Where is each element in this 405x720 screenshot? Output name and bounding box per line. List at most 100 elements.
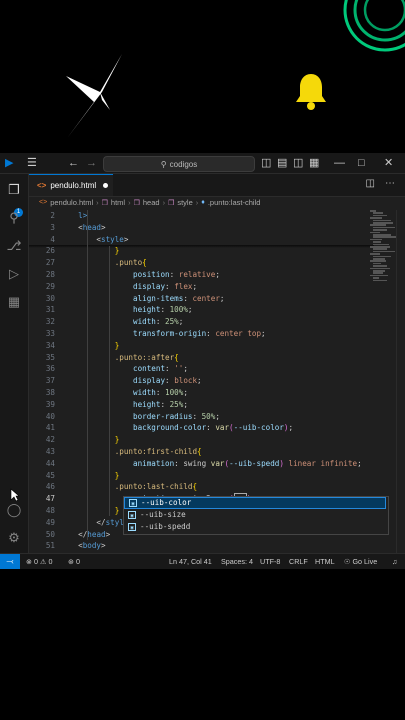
editor-scrollbar[interactable] <box>396 210 405 553</box>
code-token: > <box>105 529 111 539</box>
suggestion-item[interactable]: ▣ --uib-size <box>124 509 386 521</box>
code-token: var <box>215 423 230 433</box>
title-bar: ▶ ☰ ← → ⚲ codigos ◫ ▤ ◫ ▦ — □ ✕ <box>0 153 405 174</box>
breadcrumb-html[interactable]: html <box>111 198 125 207</box>
breadcrumb-head[interactable]: head <box>143 198 160 207</box>
ports-indicator[interactable]: ⊛ 0 <box>68 554 80 569</box>
suggestion-item[interactable]: ▣ --uib-color <box>124 497 386 509</box>
code-line[interactable]: 4 <style> <box>29 234 374 246</box>
code-line[interactable]: 33 transform-origin: center top; <box>29 328 374 340</box>
command-center-search[interactable]: ⚲ codigos <box>103 156 255 172</box>
code-line[interactable]: 31 height: 100%; <box>29 304 374 316</box>
toggle-panel-icon[interactable]: ▤ <box>277 156 287 170</box>
code-token: { <box>192 482 198 492</box>
code-line[interactable]: 40 border-radius: 50%; <box>29 411 374 423</box>
line-number: 46 <box>45 482 55 492</box>
code-line[interactable]: 3 <head> <box>29 222 374 234</box>
forward-arrow-icon[interactable]: → <box>86 156 97 170</box>
code-line[interactable]: 35 .punto::after{ <box>29 352 374 364</box>
search-icon[interactable]: ⚲ <box>6 210 22 226</box>
code-token: : <box>192 411 202 421</box>
line-number: 42 <box>45 435 55 445</box>
minimap-line <box>370 238 382 241</box>
code-line[interactable]: 27 .punto{ <box>29 257 374 269</box>
ports-icon: ⊛ <box>68 557 75 566</box>
go-live-label: Go Live <box>352 557 378 566</box>
layout-icon[interactable]: ▦ <box>309 156 319 170</box>
line-number: 49 <box>45 517 55 527</box>
back-arrow-icon[interactable]: ← <box>68 156 79 170</box>
code-line[interactable]: 2 l> <box>29 210 374 222</box>
code-line[interactable]: 32 width: 25%; <box>29 316 374 328</box>
code-line[interactable]: 39 height: 25%; <box>29 399 374 411</box>
line-number: 2 <box>50 211 55 220</box>
tab-pendulo-html[interactable]: <> pendulo.html <box>29 174 113 196</box>
code-token: : <box>165 281 175 291</box>
go-live-button[interactable]: ☉ Go Live <box>344 554 377 569</box>
toggle-secondary-sidebar-icon[interactable]: ◫ <box>293 156 303 170</box>
problems-indicator[interactable]: ⊗ 0 ⚠ 0 <box>26 554 52 569</box>
line-ending[interactable]: CRLF <box>289 554 308 569</box>
minimap-line <box>373 272 383 274</box>
extensions-icon[interactable]: ▦ <box>6 294 22 310</box>
code-line[interactable]: 42 } <box>29 434 374 446</box>
code-token: } <box>69 506 120 515</box>
code-line[interactable]: 34 } <box>29 340 374 352</box>
line-number: 45 <box>45 470 55 480</box>
variable-icon: ▣ <box>128 510 136 519</box>
breadcrumb-selector[interactable]: .punto:last-child <box>208 198 261 207</box>
code-line[interactable]: 45 } <box>29 470 374 482</box>
settings-gear-icon[interactable]: ⚙ <box>6 530 22 546</box>
code-line[interactable]: 30 align-items: center; <box>29 293 374 305</box>
code-line[interactable]: 43 .punto:first-child{ <box>29 446 374 458</box>
code-line[interactable]: 28 position: relative; <box>29 269 374 281</box>
code-line[interactable]: 51 <body> <box>29 540 374 552</box>
breadcrumb-separator: › <box>128 198 131 207</box>
tab-label: pendulo.html <box>50 181 97 190</box>
code-line[interactable]: 29 display: flex; <box>29 281 374 293</box>
run-debug-icon[interactable]: ▷ <box>6 266 22 282</box>
code-token: border-radius <box>133 411 193 421</box>
notifications-bell-icon[interactable]: ♫ <box>392 554 397 569</box>
cursor-position[interactable]: Ln 47, Col 41 <box>169 554 212 569</box>
suggestion-item[interactable]: ▣ --uib-spedd <box>124 521 386 533</box>
indentation[interactable]: Spaces: 4 <box>221 554 253 569</box>
code-line[interactable]: 41 background-color: var(--uib-color); <box>29 422 374 434</box>
minimap-line <box>373 279 387 282</box>
code-token: } <box>69 246 120 256</box>
code-token: head <box>82 222 102 232</box>
remote-indicator-icon[interactable]: ⤙ <box>0 554 20 569</box>
account-icon[interactable]: ◯ <box>6 502 22 518</box>
maximize-icon[interactable]: □ <box>358 156 365 170</box>
unsaved-dot-icon[interactable] <box>103 183 109 188</box>
split-editor-icon[interactable]: ◫ <box>366 178 375 189</box>
menu-icon[interactable]: ☰ <box>27 156 37 170</box>
explorer-icon[interactable]: ❐ <box>6 182 22 198</box>
code-line[interactable]: 36 content: ''; <box>29 363 374 375</box>
code-line[interactable]: 46 .punto:last-child{ <box>29 481 374 493</box>
code-token: style <box>101 234 124 244</box>
toggle-sidebar-icon[interactable]: ◫ <box>261 156 271 170</box>
code-line[interactable]: 44 animation: swing var(--uib-spedd) lin… <box>29 458 374 470</box>
code-token: background-color <box>133 423 207 433</box>
line-number: 28 <box>45 270 55 279</box>
close-icon[interactable]: ✕ <box>384 156 393 170</box>
breadcrumb-file[interactable]: pendulo.html <box>50 198 93 207</box>
breadcrumb-style[interactable]: style <box>177 198 192 207</box>
variable-icon: ▣ <box>128 522 136 531</box>
more-actions-icon[interactable]: ⋯ <box>385 178 395 189</box>
code-line[interactable]: 37 display: block; <box>29 375 374 387</box>
line-number: 41 <box>45 423 55 433</box>
minimap[interactable] <box>368 210 397 310</box>
code-token: ; <box>357 458 362 468</box>
vscode-logo-icon: ▶ <box>5 157 14 169</box>
language-mode[interactable]: HTML <box>315 554 335 569</box>
encoding[interactable]: UTF-8 <box>260 554 280 569</box>
code-line[interactable]: 38 width: 100%; <box>29 387 374 399</box>
source-control-icon[interactable]: ⎇ <box>6 238 22 254</box>
code-token: : <box>155 317 166 327</box>
minimize-icon[interactable]: — <box>334 156 345 170</box>
code-line[interactable]: 26 } <box>29 245 374 257</box>
code-token: > <box>123 234 129 244</box>
